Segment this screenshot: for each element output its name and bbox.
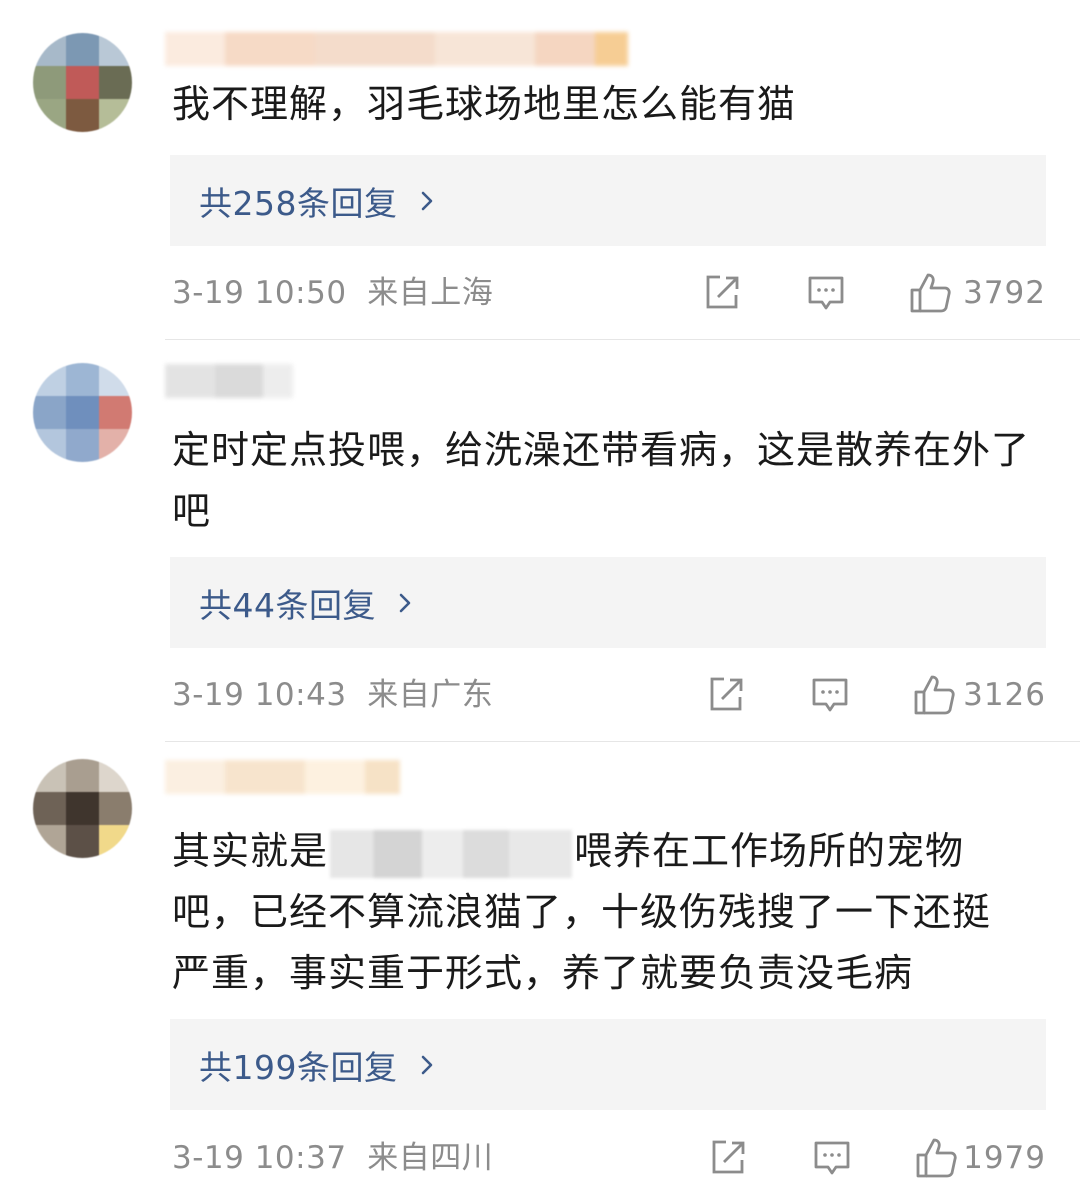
replies-link[interactable]: 共199条回复 xyxy=(170,1019,1046,1110)
comment-icon[interactable] xyxy=(810,675,850,715)
chevron-right-icon xyxy=(421,191,432,210)
timestamp: 3-19 10:50 来自上海 xyxy=(172,275,494,311)
like-count: 3126 xyxy=(963,677,1046,713)
comment-meta: 3-19 10:50 来自上海 3792 xyxy=(172,268,1046,318)
location: 来自上海 xyxy=(367,275,494,311)
chevron-right-icon xyxy=(421,1055,432,1074)
avatar[interactable] xyxy=(33,759,132,858)
chevron-right-icon xyxy=(399,593,411,612)
comment-icon[interactable] xyxy=(812,1138,852,1178)
comment-meta: 3-19 10:43 来自广东 3126 xyxy=(172,670,1046,720)
location: 来自广东 xyxy=(367,677,494,713)
username-blurred[interactable] xyxy=(165,760,400,794)
share-icon[interactable] xyxy=(708,1138,748,1178)
comment-meta: 3-19 10:37 来自四川 1979 xyxy=(172,1133,1046,1183)
like-count: 1979 xyxy=(963,1140,1046,1176)
comment-text: 我不理解，羽毛球场地里怎么能有猫 xyxy=(172,82,797,126)
replies-link[interactable]: 共44条回复 xyxy=(170,557,1046,648)
like-count: 3792 xyxy=(963,275,1046,311)
replies-label: 共199条回复 xyxy=(199,1047,398,1087)
share-icon[interactable] xyxy=(702,273,742,313)
comment-text: 其实就是 喂养在工作场所的宠物 吧，已经不算流浪猫了，十级伤残搜了一下还挺 严重，… xyxy=(172,829,992,995)
location: 来自四川 xyxy=(367,1140,494,1176)
timestamp: 3-19 10:37 来自四川 xyxy=(172,1140,494,1176)
replies-link[interactable]: 共258条回复 xyxy=(170,155,1046,246)
like-icon[interactable] xyxy=(914,1136,958,1180)
username-blurred[interactable] xyxy=(165,32,628,66)
divider xyxy=(165,339,1080,340)
comment-text: 定时定点投喂，给洗澡还带看病，这是散养在外了吧 xyxy=(172,428,1031,533)
replies-label: 共44条回复 xyxy=(199,585,376,625)
share-icon[interactable] xyxy=(706,675,746,715)
timestamp: 3-19 10:43 来自广东 xyxy=(172,677,494,713)
redacted-text xyxy=(330,829,573,878)
username-blurred[interactable] xyxy=(165,364,293,398)
like-icon[interactable] xyxy=(908,271,952,315)
avatar[interactable] xyxy=(33,33,132,132)
replies-label: 共258条回复 xyxy=(199,183,398,223)
comment-icon[interactable] xyxy=(806,273,846,313)
avatar[interactable] xyxy=(33,363,132,462)
divider xyxy=(165,741,1080,742)
like-icon[interactable] xyxy=(912,673,956,717)
